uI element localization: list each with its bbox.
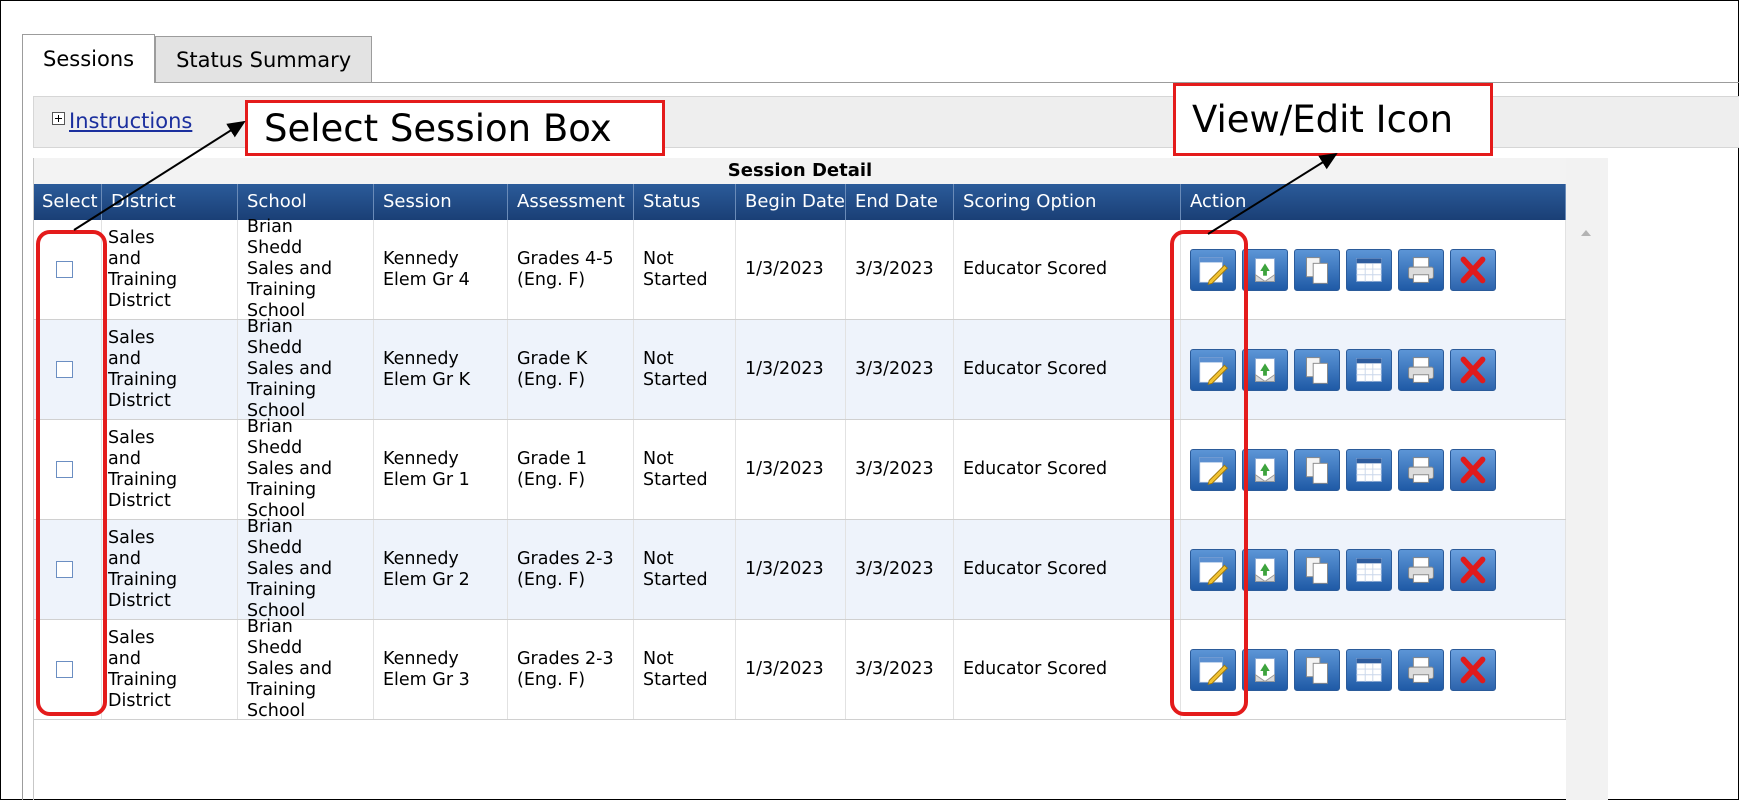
session-grid: Session Detail Select District School Sessi… xyxy=(33,158,1739,800)
column-header-status[interactable]: Status xyxy=(634,184,736,220)
print-icon[interactable] xyxy=(1398,248,1444,291)
print-icon[interactable] xyxy=(1398,648,1444,691)
table-row[interactable]: Sales and Training District Brian Shedd S… xyxy=(34,217,1566,321)
cell-district: Sales and Training District xyxy=(102,320,238,419)
column-header-select[interactable]: Select xyxy=(34,184,102,220)
cell-assessment: Grade 1 (Eng. F) xyxy=(508,420,634,519)
cell-end: 3/3/2023 xyxy=(846,420,954,519)
table-icon[interactable] xyxy=(1346,448,1392,491)
instructions-link[interactable]: Instructions xyxy=(69,109,192,133)
cell-end: 3/3/2023 xyxy=(846,320,954,419)
cell-assessment: Grade K (Eng. F) xyxy=(508,320,634,419)
cell-begin: 1/3/2023 xyxy=(736,520,846,619)
copy-icon[interactable] xyxy=(1294,448,1340,491)
table-icon[interactable] xyxy=(1346,348,1392,391)
copy-icon[interactable] xyxy=(1294,248,1340,291)
select-column-highlight xyxy=(36,230,107,716)
grid-title: Session Detail xyxy=(34,158,1566,184)
table-row[interactable]: Sales and Training District Brian Shedd S… xyxy=(34,317,1566,421)
column-header-scoring-option[interactable]: Scoring Option xyxy=(954,184,1181,220)
cell-status: Not Started xyxy=(634,520,736,619)
delete-icon[interactable] xyxy=(1450,548,1496,591)
delete-icon[interactable] xyxy=(1450,248,1496,291)
column-header-end-date[interactable]: End Date xyxy=(846,184,954,220)
cell-assessment: Grades 2-3 (Eng. F) xyxy=(508,520,634,619)
tab-bar: Sessions Status Summary xyxy=(22,34,373,83)
table-icon[interactable] xyxy=(1346,648,1392,691)
export-icon[interactable] xyxy=(1242,248,1288,291)
copy-icon[interactable] xyxy=(1294,648,1340,691)
cell-scoring: Educator Scored xyxy=(954,320,1181,419)
column-header-assessment[interactable]: Assessment xyxy=(508,184,634,220)
cell-assessment: Grades 2-3 (Eng. F) xyxy=(508,620,634,719)
cell-assessment: Grades 4-5 (Eng. F) xyxy=(508,220,634,319)
cell-status: Not Started xyxy=(634,620,736,719)
cell-district: Sales and Training District xyxy=(102,420,238,519)
cell-session-name: Kennedy Elem Gr 2 xyxy=(374,520,508,619)
cell-session-name: Kennedy Elem Gr 4 xyxy=(374,220,508,319)
select-session-callout: Select Session Box xyxy=(245,100,665,156)
delete-icon[interactable] xyxy=(1450,648,1496,691)
copy-icon[interactable] xyxy=(1294,348,1340,391)
cell-begin: 1/3/2023 xyxy=(736,620,846,719)
cell-begin: 1/3/2023 xyxy=(736,320,846,419)
cell-end: 3/3/2023 xyxy=(846,220,954,319)
print-icon[interactable] xyxy=(1398,448,1444,491)
column-header-school[interactable]: School xyxy=(238,184,374,220)
table-icon[interactable] xyxy=(1346,248,1392,291)
expand-plus-icon[interactable] xyxy=(52,112,65,125)
table-icon[interactable] xyxy=(1346,548,1392,591)
delete-icon[interactable] xyxy=(1450,348,1496,391)
cell-district: Sales and Training District xyxy=(102,520,238,619)
export-icon[interactable] xyxy=(1242,548,1288,591)
cell-end: 3/3/2023 xyxy=(846,620,954,719)
tab-sessions[interactable]: Sessions xyxy=(22,34,156,83)
cell-school: Brian Shedd Sales and Training School xyxy=(238,517,374,621)
cell-session-name: Kennedy Elem Gr 1 xyxy=(374,420,508,519)
cell-end: 3/3/2023 xyxy=(846,520,954,619)
cell-school: Brian Shedd Sales and Training School xyxy=(238,217,374,321)
cell-district: Sales and Training District xyxy=(102,220,238,319)
cell-status: Not Started xyxy=(634,220,736,319)
print-icon[interactable] xyxy=(1398,348,1444,391)
cell-scoring: Educator Scored xyxy=(954,520,1181,619)
cell-session-name: Kennedy Elem Gr K xyxy=(374,320,508,419)
column-header-district[interactable]: District xyxy=(102,184,238,220)
table-row[interactable]: Sales and Training District Brian Shedd S… xyxy=(34,417,1566,521)
cell-begin: 1/3/2023 xyxy=(736,220,846,319)
column-header-action[interactable]: Action xyxy=(1181,184,1566,220)
cell-scoring: Educator Scored xyxy=(954,420,1181,519)
copy-icon[interactable] xyxy=(1294,548,1340,591)
view-edit-callout: View/Edit Icon xyxy=(1173,83,1493,156)
tab-status-summary[interactable]: Status Summary xyxy=(155,36,373,83)
column-header-begin-date[interactable]: Begin Date xyxy=(736,184,846,220)
delete-icon[interactable] xyxy=(1450,448,1496,491)
view-edit-column-highlight xyxy=(1170,230,1248,716)
cell-session-name: Kennedy Elem Gr 3 xyxy=(374,620,508,719)
export-icon[interactable] xyxy=(1242,348,1288,391)
scroll-up-arrow-icon[interactable] xyxy=(1581,230,1591,236)
table-row[interactable]: Sales and Training District Brian Shedd S… xyxy=(34,517,1566,621)
vertical-scrollbar[interactable] xyxy=(1566,158,1608,800)
print-icon[interactable] xyxy=(1398,548,1444,591)
cell-school: Brian Shedd Sales and Training School xyxy=(238,617,374,721)
cell-scoring: Educator Scored xyxy=(954,620,1181,719)
cell-scoring: Educator Scored xyxy=(954,220,1181,319)
cell-status: Not Started xyxy=(634,320,736,419)
cell-status: Not Started xyxy=(634,420,736,519)
export-icon[interactable] xyxy=(1242,448,1288,491)
cell-district: Sales and Training District xyxy=(102,620,238,719)
export-icon[interactable] xyxy=(1242,648,1288,691)
column-header-session-name[interactable]: Session Name xyxy=(374,184,508,248)
instructions-toggle[interactable]: Instructions xyxy=(52,109,192,133)
table-row[interactable]: Sales and Training District Brian Shedd S… xyxy=(34,617,1566,721)
cell-school: Brian Shedd Sales and Training School xyxy=(238,317,374,421)
cell-begin: 1/3/2023 xyxy=(736,420,846,519)
cell-school: Brian Shedd Sales and Training School xyxy=(238,417,374,521)
